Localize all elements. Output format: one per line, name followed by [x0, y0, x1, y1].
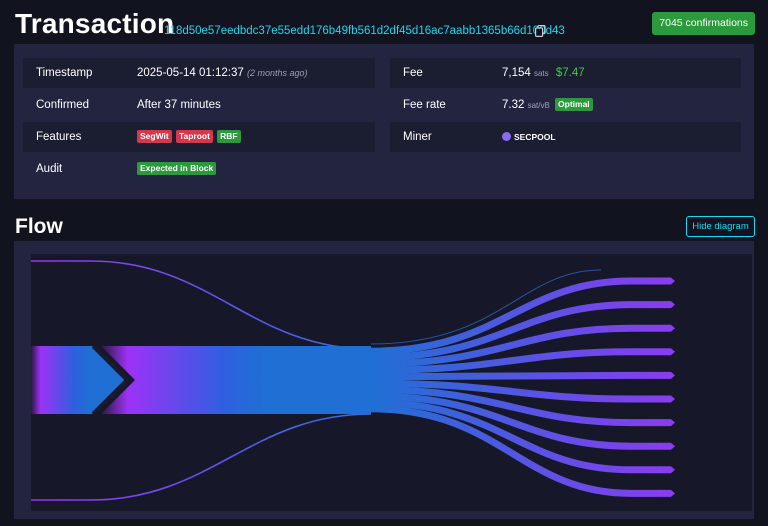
audit-value: Expected in Block	[137, 154, 217, 184]
flow-output-arrow-6[interactable]	[671, 395, 675, 403]
miner-label: Miner	[403, 131, 432, 143]
flow-output-5[interactable]	[370, 371, 671, 381]
timestamp-label: Timestamp	[36, 67, 93, 79]
hide-diagram-button[interactable]: Hide diagram	[686, 216, 755, 237]
features-label: Features	[36, 131, 82, 143]
confirmed-label: Confirmed	[36, 99, 90, 111]
flow-output-arrow-5[interactable]	[671, 371, 675, 379]
flow-panel	[14, 241, 754, 519]
copy-icon[interactable]	[535, 25, 546, 37]
timestamp-row: Timestamp 2025-05-14 01:12:37 (2 months …	[23, 58, 375, 88]
flow-diagram-svg	[31, 260, 675, 501]
flow-output-arrow-2[interactable]	[671, 301, 675, 309]
miner-logo-icon	[502, 131, 511, 141]
flow-title: Flow	[15, 215, 63, 238]
confirmations-badge: 7045 confirmations	[652, 12, 755, 35]
confirmed-value: After 37 minutes	[137, 99, 221, 111]
page-title: Transaction	[15, 8, 175, 39]
miner-value[interactable]: SECPOOL	[502, 122, 556, 152]
fee-rate-unit: sat/vB	[527, 101, 550, 110]
fee-row: Fee 7,154 sats $7.47	[390, 58, 741, 88]
timestamp-value: 2025-05-14 01:12:37 (2 months ago)	[137, 58, 308, 88]
miner-row: Miner SECPOOL	[390, 122, 741, 152]
fee-rate-label: Fee rate	[403, 99, 446, 111]
flow-output-arrow-1[interactable]	[671, 277, 675, 285]
flow-main-band[interactable]	[101, 346, 371, 414]
fee-unit: sats	[533, 69, 549, 78]
audit-badge[interactable]: Expected in Block	[137, 162, 217, 176]
fee-sats: 7,154	[502, 67, 531, 79]
flow-diagram	[31, 254, 752, 511]
flow-input-thin-bottom[interactable]	[31, 413, 372, 501]
fee-value: 7,154 sats $7.47	[502, 58, 585, 89]
audit-row: Audit Expected in Block	[23, 154, 375, 184]
fee-rate-number: 7.32	[502, 99, 525, 111]
txid-link[interactable]: 118d50e57eedbdc37e55edd176b49fb561d2df45…	[164, 24, 565, 38]
features-row: Features SegWit Taproot RBF	[23, 122, 375, 152]
feature-tag-segwit[interactable]: SegWit	[137, 130, 172, 144]
fee-usd: $7.47	[555, 67, 585, 79]
details-panel: Timestamp 2025-05-14 01:12:37 (2 months …	[14, 44, 754, 199]
fee-label: Fee	[403, 67, 423, 79]
features-tags: SegWit Taproot RBF	[137, 122, 242, 152]
flow-input-thin-top[interactable]	[31, 260, 372, 350]
flow-output-arrow-10[interactable]	[671, 489, 675, 497]
confirmed-row: Confirmed After 37 minutes	[23, 90, 375, 120]
flow-output-arrow-7[interactable]	[671, 419, 675, 427]
audit-label: Audit	[36, 163, 63, 175]
flow-output-arrow-4[interactable]	[671, 348, 675, 356]
timestamp-date: 2025-05-14 01:12:37	[137, 67, 244, 79]
timestamp-relative: (2 months ago)	[247, 68, 308, 78]
flow-output-arrow-9[interactable]	[671, 466, 675, 474]
fee-rate-value: 7.32 sat/vB Optimal	[502, 90, 594, 121]
feature-tag-rbf[interactable]: RBF	[217, 130, 241, 144]
fee-rate-row: Fee rate 7.32 sat/vB Optimal	[390, 90, 741, 120]
feature-tag-taproot[interactable]: Taproot	[175, 130, 213, 144]
flow-output-arrow-8[interactable]	[671, 442, 675, 450]
transaction-header: Transaction 118d50e57eedbdc37e55edd176b4…	[15, 8, 755, 42]
miner-name[interactable]: SECPOOL	[514, 132, 556, 142]
flow-output-arrow-3[interactable]	[671, 324, 675, 332]
fee-rate-badge: Optimal	[555, 98, 593, 112]
